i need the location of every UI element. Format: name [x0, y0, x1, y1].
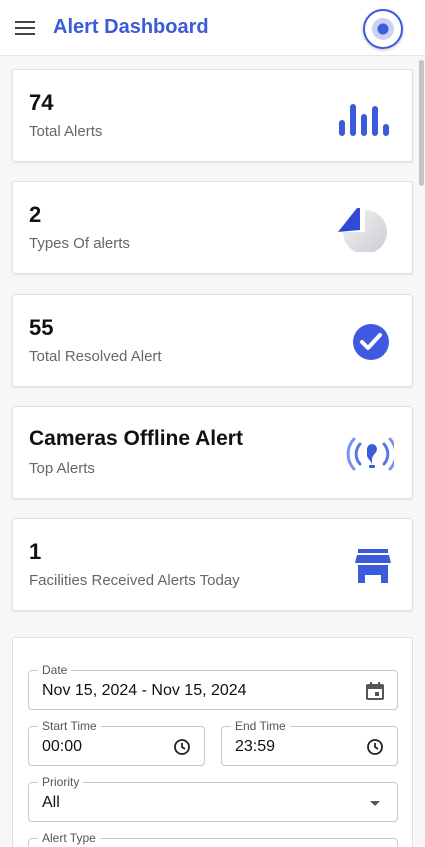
end-time-field[interactable]: End Time 23:59	[221, 719, 398, 766]
card-value: Cameras Offline Alert	[29, 427, 243, 450]
card-label: Types Of alerts	[29, 235, 130, 252]
card-total-alerts: 74 Total Alerts	[12, 69, 413, 162]
alert-type-label: Alert Type	[38, 831, 100, 845]
date-label: Date	[38, 663, 72, 677]
check-circle-icon	[353, 324, 389, 360]
store-icon	[355, 549, 391, 583]
end-time-value: 23:59	[235, 738, 276, 755]
avatar-image	[372, 18, 394, 40]
menu-icon[interactable]	[15, 20, 35, 36]
calendar-icon[interactable]	[365, 681, 385, 701]
bar-chart-icon	[339, 104, 389, 136]
card-value: 55	[29, 315, 54, 340]
card-label: Total Alerts	[29, 123, 103, 140]
card-label: Facilities Received Alerts Today	[29, 572, 240, 589]
dropdown-arrow-icon[interactable]	[365, 793, 385, 813]
card-value: 1	[29, 539, 42, 564]
card-resolved-alerts: 55 Total Resolved Alert	[12, 294, 413, 387]
clock-icon[interactable]	[365, 737, 385, 757]
end-time-label: End Time	[231, 719, 290, 733]
start-time-label: Start Time	[38, 719, 101, 733]
card-label: Top Alerts	[29, 460, 95, 477]
start-time-field[interactable]: Start Time 00:00	[28, 719, 205, 766]
start-time-value: 00:00	[42, 738, 83, 755]
broadcast-icon	[346, 437, 394, 471]
priority-value: All	[42, 794, 60, 811]
priority-label: Priority	[38, 775, 84, 789]
clock-icon[interactable]	[172, 737, 192, 757]
priority-select[interactable]: Priority All	[28, 775, 398, 822]
card-top-alerts: Cameras Offline Alert Top Alerts	[12, 406, 413, 499]
app-bar: Alert Dashboard	[0, 0, 425, 56]
app-title: Alert Dashboard	[53, 16, 209, 38]
scrollbar-thumb[interactable]	[419, 60, 424, 186]
date-value: Nov 15, 2024 - Nov 15, 2024	[42, 682, 247, 699]
avatar[interactable]	[363, 9, 403, 49]
pie-chart-icon	[338, 207, 387, 252]
filter-panel: Date Nov 15, 2024 - Nov 15, 2024 Start T…	[12, 637, 413, 847]
card-value: 2	[29, 202, 42, 227]
date-field[interactable]: Date Nov 15, 2024 - Nov 15, 2024	[28, 663, 398, 710]
alert-type-select[interactable]: Alert Type	[28, 831, 398, 847]
card-facilities-today: 1 Facilities Received Alerts Today	[12, 518, 413, 611]
card-alert-types: 2 Types Of alerts	[12, 181, 413, 274]
card-label: Total Resolved Alert	[29, 348, 162, 365]
card-value: 74	[29, 90, 54, 115]
